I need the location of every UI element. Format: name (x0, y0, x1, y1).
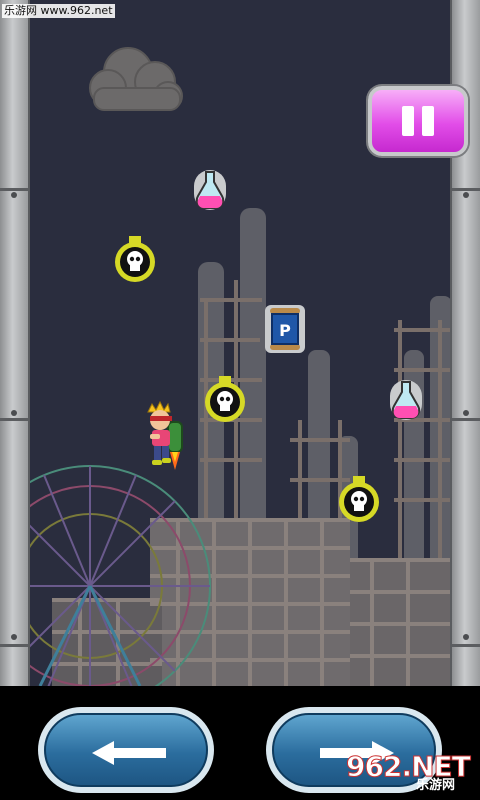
building-grid (52, 518, 450, 686)
scroll-label: P (279, 321, 291, 340)
watermark: 乐游网 www.962.net (2, 4, 115, 18)
scroll-icon: P (265, 305, 305, 353)
potion-icon (390, 380, 422, 420)
skull-bomb-icon (115, 236, 155, 282)
skull-bomb-icon (205, 376, 245, 422)
move-left-button[interactable] (38, 707, 214, 793)
logo-subtitle: 乐游网 (416, 778, 456, 793)
game-area[interactable]: P 乐游网 www.962.net (0, 0, 480, 686)
arrow-left-icon (92, 741, 166, 765)
cloud (89, 47, 183, 111)
pause-button[interactable] (368, 86, 468, 156)
left-wall (0, 0, 30, 686)
site-logo: 962.NET 乐游网 (342, 748, 474, 794)
potion-icon (194, 170, 226, 210)
skull-bomb-icon (339, 476, 379, 522)
player-character (147, 400, 183, 470)
